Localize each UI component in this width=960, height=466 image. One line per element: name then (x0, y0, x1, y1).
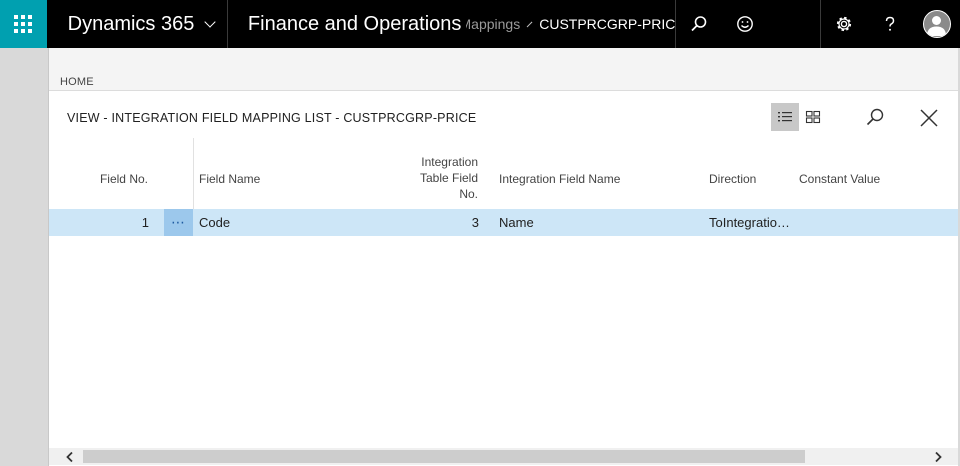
chevron-right-icon (526, 21, 533, 27)
breadcrumb: Mappings CUSTPRCGRP-PRICE (466, 0, 676, 48)
top-nav-bar: Dynamics 365 Finance and Operations Mapp… (0, 0, 960, 48)
user-icon (926, 16, 946, 36)
home-tab[interactable]: HOME (60, 76, 94, 88)
chevron-down-icon (204, 15, 217, 28)
column-header-line: Integration (421, 155, 478, 169)
card-view-icon (805, 110, 821, 124)
cell-field-name[interactable]: Code (199, 215, 389, 230)
left-background-strip (0, 48, 49, 466)
list-view-icon (778, 112, 792, 122)
breadcrumb-current: CUSTPRCGRP-PRICE (539, 16, 676, 32)
cell-direction[interactable]: ToIntegratio… (709, 215, 793, 230)
brand-switcher[interactable]: Dynamics 365 (47, 0, 228, 48)
column-header-field-name[interactable]: Field Name (199, 172, 260, 186)
horizontal-scrollbar[interactable] (49, 448, 958, 465)
row-menu-button[interactable]: ⋯ (164, 209, 193, 236)
column-divider (193, 138, 194, 209)
cell-integration-field-name[interactable]: Name (499, 215, 699, 230)
grid-header: Field No. Field Name Integration Table F… (49, 138, 958, 208)
feedback-button[interactable] (722, 0, 769, 48)
search-icon (691, 16, 707, 32)
help-button[interactable] (867, 0, 914, 48)
table-row[interactable]: 1 ⋯ Code 3 Name ToIntegratio… (49, 209, 958, 236)
column-header-line: Table Field (419, 171, 478, 185)
breadcrumb-prev[interactable]: Mappings (466, 16, 521, 32)
app-launcher-button[interactable] (0, 0, 47, 48)
close-button[interactable] (914, 103, 944, 133)
lookup-dialog: VIEW - INTEGRATION FIELD MAPPING LIST - … (49, 92, 958, 466)
scroll-right-button[interactable] (929, 449, 946, 464)
action-pane: HOME (49, 48, 958, 91)
chevron-right-icon (934, 451, 942, 462)
column-header-direction[interactable]: Direction (709, 172, 756, 186)
close-icon (920, 109, 938, 127)
chevron-left-icon (65, 451, 73, 462)
brand-label: Dynamics 365 (67, 12, 195, 35)
avatar (922, 10, 951, 38)
module-title: Finance and Operations (247, 12, 462, 35)
column-header-field-no[interactable]: Field No. (89, 172, 148, 186)
search-icon (866, 108, 884, 126)
cell-integration-table-field-no: 3 (471, 215, 479, 230)
card-view-button[interactable] (799, 103, 827, 131)
cell-field-no: 1 (141, 215, 149, 230)
column-header-integration-table-field-no[interactable]: Integration Table Field No. (399, 154, 478, 208)
column-header-integration-field-name[interactable]: Integration Field Name (499, 172, 620, 186)
list-view-button[interactable] (771, 103, 799, 131)
scroll-left-button[interactable] (61, 449, 78, 464)
waffle-icon (14, 15, 33, 33)
smiley-icon (737, 16, 754, 32)
gear-icon (836, 16, 852, 32)
help-icon (885, 16, 895, 31)
column-header-line: No. (459, 187, 478, 201)
column-header-constant-value[interactable]: Constant Value (799, 172, 880, 186)
user-button[interactable] (913, 0, 960, 48)
dialog-title: VIEW - INTEGRATION FIELD MAPPING LIST - … (67, 111, 477, 125)
scrollbar-thumb[interactable] (83, 450, 805, 463)
filter-search-button[interactable] (861, 103, 889, 131)
settings-button[interactable] (820, 0, 867, 48)
search-button[interactable] (675, 0, 722, 48)
